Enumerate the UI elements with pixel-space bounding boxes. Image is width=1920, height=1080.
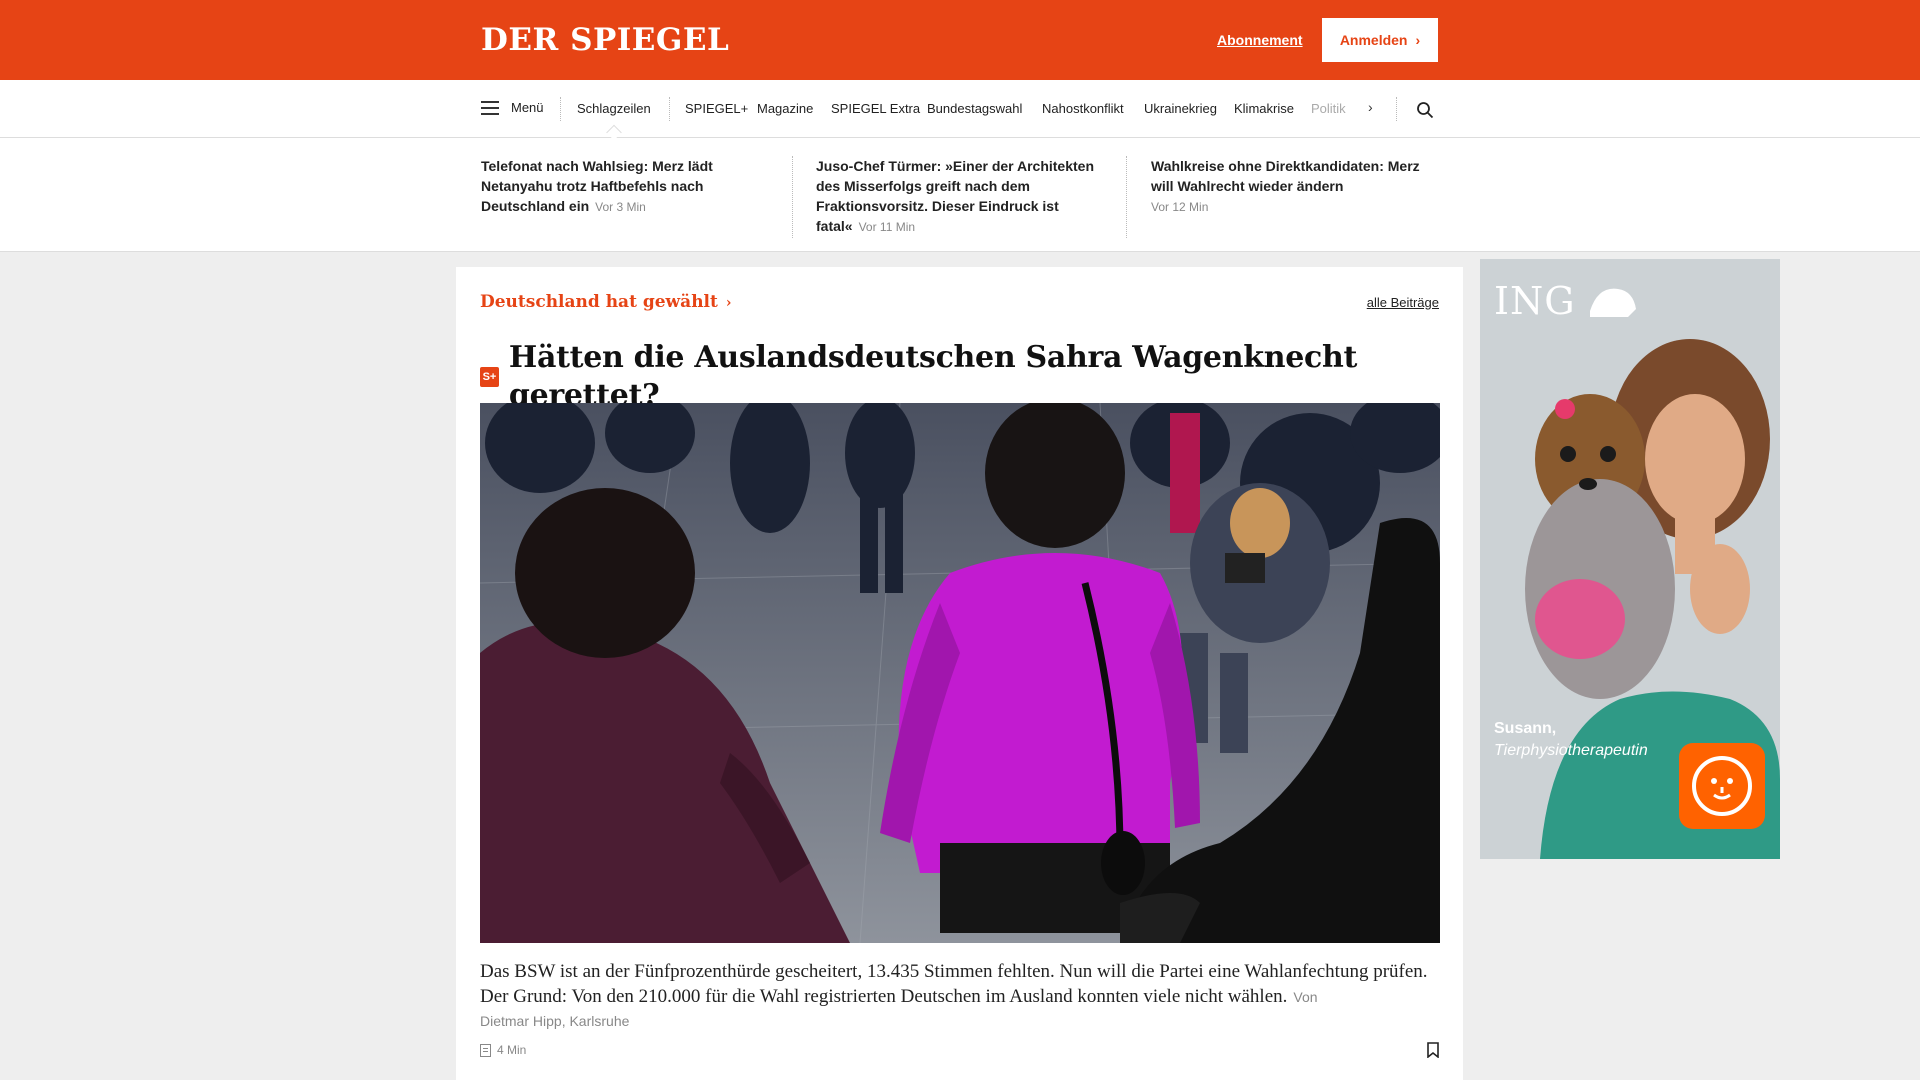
section-kicker[interactable]: Deutschland hat gewählt › — [480, 291, 731, 314]
bookmark-icon[interactable] — [1427, 1042, 1439, 1058]
nav-divider — [560, 97, 561, 121]
login-button[interactable]: Anmelden › — [1322, 18, 1438, 62]
ticker-divider — [792, 156, 793, 238]
ad-brand-logo: ING — [1494, 279, 1576, 323]
nav-item-nahostkonflikt[interactable]: Nahostkonflikt — [1042, 100, 1124, 118]
ticker-item[interactable]: Juso-Chef Türmer: »Einer der Architekten… — [816, 156, 1101, 237]
lion-icon — [1692, 756, 1752, 816]
nav-item-bundestagswahl[interactable]: Bundestagswahl — [927, 100, 1022, 118]
chevron-right-icon: › — [725, 295, 732, 311]
nav-item-spiegel-plus[interactable]: SPIEGEL+ — [685, 100, 748, 118]
chevron-right-icon[interactable]: › — [1368, 99, 1373, 115]
main-navigation: Menü Schlagzeilen SPIEGEL+ Magazine SPIE… — [0, 80, 1920, 138]
nav-divider — [1396, 97, 1397, 121]
spiegel-plus-badge: S+ — [480, 367, 499, 387]
hamburger-icon — [481, 100, 499, 115]
advertisement-banner[interactable]: ING Susann, Tierphysiotherapeutin — [1480, 259, 1780, 859]
teaser-text: Das BSW ist an der Fünfprozenthürde gesc… — [480, 961, 1428, 1007]
spiegel-logo[interactable]: DER SPIEGEL — [481, 22, 729, 58]
subscription-link[interactable]: Abonnement — [1217, 31, 1303, 49]
menu-button[interactable]: Menü — [481, 100, 544, 115]
all-posts-link[interactable]: alle Beiträge — [1367, 295, 1439, 310]
ad-person-name: Susann, — [1494, 720, 1557, 737]
nav-item-klimakrise[interactable]: Klimakrise — [1234, 100, 1294, 118]
search-icon[interactable] — [1416, 101, 1434, 119]
menu-label: Menü — [511, 100, 544, 115]
nav-item-schlagzeilen[interactable]: Schlagzeilen — [577, 100, 651, 118]
lead-article-card[interactable]: Deutschland hat gewählt › alle Beiträge S… — [456, 267, 1463, 1080]
headline-ticker: Telefonat nach Wahlsieg: Merz lädt Netan… — [0, 138, 1920, 252]
chevron-right-icon: › — [1415, 32, 1421, 48]
article-hero-image[interactable] — [480, 403, 1440, 943]
reading-time: 4 Min — [480, 1043, 526, 1057]
top-header-bar: DER SPIEGEL Abonnement Anmelden › — [0, 0, 1920, 80]
ticker-item[interactable]: Wahlkreise ohne Direktkandidaten: Merz w… — [1151, 156, 1431, 217]
article-photo — [480, 403, 1440, 943]
nav-item-ukrainekrieg[interactable]: Ukrainekrieg — [1144, 100, 1217, 118]
ticker-divider — [1126, 156, 1127, 238]
reading-time-label: 4 Min — [497, 1043, 527, 1057]
section-kicker-label: Deutschland hat gewählt — [480, 292, 718, 312]
nav-divider — [669, 97, 670, 121]
ing-lion-logo — [1679, 743, 1765, 829]
nav-item-magazine[interactable]: Magazine — [757, 100, 813, 118]
ticker-headline: Juso-Chef Türmer: »Einer der Architekten… — [816, 158, 1094, 234]
author-name: Dietmar Hipp, Karlsruhe — [480, 1013, 630, 1029]
article-teaser[interactable]: Das BSW ist an der Fünfprozenthürde gesc… — [480, 959, 1440, 1032]
ticker-headline: Wahlkreise ohne Direktkandidaten: Merz w… — [1151, 158, 1420, 194]
nav-item-spiegel-extra[interactable]: SPIEGEL Extra — [831, 100, 920, 118]
author-prefix: Von — [1293, 989, 1318, 1005]
login-button-label: Anmelden — [1339, 32, 1408, 48]
ticker-time: Vor 12 Min — [1151, 200, 1209, 214]
ad-person-job: Tierphysiotherapeutin — [1494, 742, 1648, 759]
ticker-item[interactable]: Telefonat nach Wahlsieg: Merz lädt Netan… — [481, 156, 751, 217]
document-icon — [480, 1043, 491, 1057]
ticker-time: Vor 3 Min — [595, 200, 646, 214]
nav-item-politik[interactable]: Politik — [1311, 100, 1347, 118]
ticker-time: Vor 11 Min — [858, 220, 916, 234]
